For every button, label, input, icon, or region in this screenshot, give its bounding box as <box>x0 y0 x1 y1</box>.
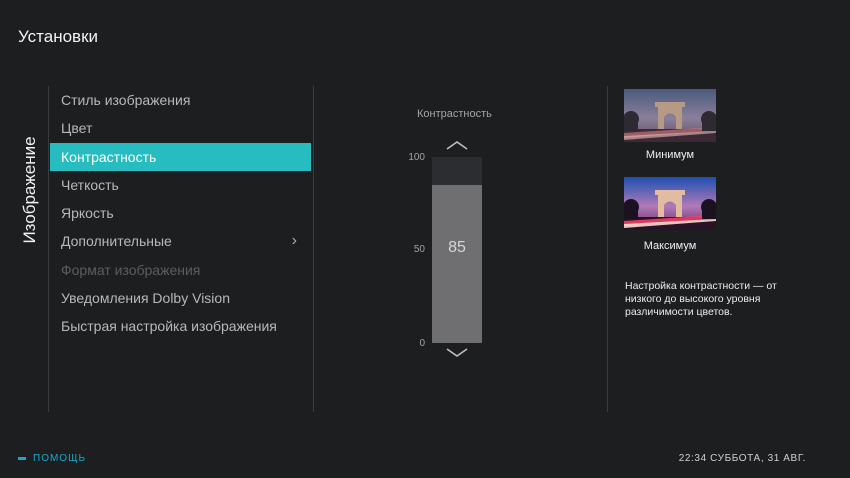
menu-item-label: Стиль изображения <box>61 92 191 108</box>
menu-item-label: Контрастность <box>61 148 157 165</box>
slider-value: 85 <box>448 239 466 256</box>
preview-image-minimum <box>624 89 716 142</box>
preview-caption-maximum: Максимум <box>643 240 697 252</box>
setting-description: Настройка контрастности — от низкого до … <box>625 280 777 318</box>
menu-item-advanced[interactable]: Дополнительные › <box>50 227 311 255</box>
menu-item-label: Уведомления Dolby Vision <box>61 290 230 307</box>
category-label-text: Изображение <box>20 136 39 244</box>
chevron-up-icon[interactable] <box>444 138 470 152</box>
help-key-icon <box>18 457 26 460</box>
slider-max-label: 100 <box>408 152 425 163</box>
settings-menu: Стиль изображения Цвет Контрастность Чет… <box>50 86 311 341</box>
menu-item-brightness[interactable]: Яркость <box>50 199 311 227</box>
menu-item-dolby-vision-notifications[interactable]: Уведомления Dolby Vision <box>50 284 311 312</box>
menu-item-label: Цвет <box>61 120 93 137</box>
chevron-down-icon[interactable] <box>444 346 470 360</box>
slider-mid-label: 50 <box>413 244 425 255</box>
divider-left <box>48 86 49 412</box>
menu-item-label: Дополнительные <box>61 233 172 250</box>
menu-item-label: Четкость <box>61 176 119 193</box>
slider-min-label: 0 <box>419 338 425 349</box>
slider-title: Контрастность <box>417 108 492 120</box>
page-title: Установки <box>18 27 99 46</box>
preview-image-maximum <box>624 177 716 230</box>
menu-item-picture-style[interactable]: Стиль изображения <box>50 86 311 114</box>
menu-item-label: Быстрая настройка изображения <box>61 318 277 335</box>
menu-item-quick-picture-setup[interactable]: Быстрая настройка изображения <box>50 312 311 340</box>
menu-item-label: Яркость <box>61 205 114 222</box>
help-button[interactable]: ПОМОЩЬ <box>18 453 86 464</box>
chevron-right-icon: › <box>291 232 297 250</box>
divider-right <box>607 86 608 412</box>
menu-item-sharpness[interactable]: Четкость <box>50 171 311 199</box>
menu-item-label: Формат изображения <box>61 261 201 278</box>
help-label: ПОМОЩЬ <box>33 453 87 464</box>
preview-caption-minimum: Минимум <box>645 149 695 161</box>
slider-fill <box>432 184 482 343</box>
menu-item-picture-format: Формат изображения <box>50 256 311 284</box>
divider-middle <box>313 86 314 412</box>
menu-item-color[interactable]: Цвет <box>50 114 311 142</box>
menu-item-contrast[interactable]: Контрастность <box>50 142 311 171</box>
clock: 22:34 СУББОТА, 31 АВГ. <box>678 453 806 464</box>
